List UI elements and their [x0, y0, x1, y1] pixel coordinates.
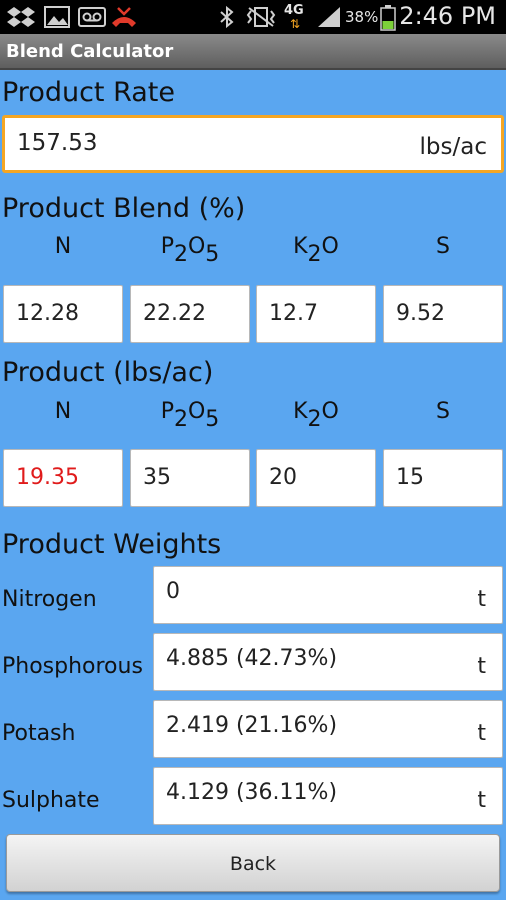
- back-button[interactable]: Back: [6, 834, 500, 892]
- lbs-s-input[interactable]: 15: [383, 449, 503, 507]
- blend-header-p2o5: P2O5: [160, 234, 220, 267]
- voicemail-icon: [78, 7, 106, 27]
- lbs-header-n: N: [54, 399, 72, 424]
- lbs-n-input[interactable]: 19.35: [3, 449, 123, 507]
- lbs-k2o-input[interactable]: 20: [256, 449, 376, 507]
- weight-potash-field[interactable]: 2.419 (21.16%) t: [153, 700, 503, 758]
- weight-label-nitrogen: Nitrogen: [2, 587, 97, 612]
- clock: 2:46 PM: [399, 2, 496, 30]
- vibrate-icon: [246, 7, 276, 27]
- data-arrows-icon: ⇅: [290, 17, 301, 31]
- signal-icon: [318, 7, 340, 27]
- gallery-icon: [44, 6, 70, 28]
- blend-header-n: N: [54, 234, 72, 259]
- weight-label-potash: Potash: [2, 721, 76, 746]
- bluetooth-icon: [220, 5, 234, 29]
- network-indicator: 4G ⇅: [284, 3, 310, 31]
- lbs-header-k2o: K2O: [293, 399, 339, 432]
- blend-n-input[interactable]: 12.28: [3, 285, 123, 343]
- weight-nitrogen-field[interactable]: 0 t: [153, 566, 503, 624]
- blend-header-k2o: K2O: [293, 234, 339, 267]
- product-rate-unit: lbs/ac: [419, 134, 487, 160]
- product-rate-value: 157.53: [17, 130, 98, 156]
- app-title: Blend Calculator: [6, 41, 174, 62]
- network-type: 4G: [284, 3, 304, 18]
- product-rate-heading: Product Rate: [2, 77, 176, 108]
- lbs-header-s: S: [436, 399, 450, 424]
- title-bar: Blend Calculator: [0, 34, 506, 70]
- lbs-header-p2o5: P2O5: [160, 399, 220, 432]
- status-bar: 4G ⇅ 38% 2:46 PM: [0, 0, 506, 34]
- dropbox-icon: [7, 7, 35, 27]
- product-weights-heading: Product Weights: [2, 529, 222, 560]
- product-lbs-heading: Product (lbs/ac): [2, 357, 214, 388]
- weight-label-phosphorous: Phosphorous: [2, 654, 143, 679]
- blend-p2o5-input[interactable]: 22.22: [130, 285, 250, 343]
- back-button-label: Back: [229, 853, 277, 875]
- battery-percent: 38%: [345, 8, 379, 26]
- missed-call-icon: [112, 7, 136, 27]
- product-rate-input[interactable]: 157.53 lbs/ac: [2, 115, 504, 173]
- blend-header-s: S: [436, 234, 450, 259]
- weight-sulphate-field[interactable]: 4.129 (36.11%) t: [153, 767, 503, 825]
- product-blend-heading: Product Blend (%): [2, 193, 246, 224]
- weight-phosphorous-field[interactable]: 4.885 (42.73%) t: [153, 633, 503, 691]
- lbs-p2o5-input[interactable]: 35: [130, 449, 250, 507]
- blend-s-input[interactable]: 9.52: [383, 285, 503, 343]
- blend-k2o-input[interactable]: 12.7: [256, 285, 376, 343]
- battery-icon: [380, 5, 396, 31]
- weight-label-sulphate: Sulphate: [2, 788, 100, 813]
